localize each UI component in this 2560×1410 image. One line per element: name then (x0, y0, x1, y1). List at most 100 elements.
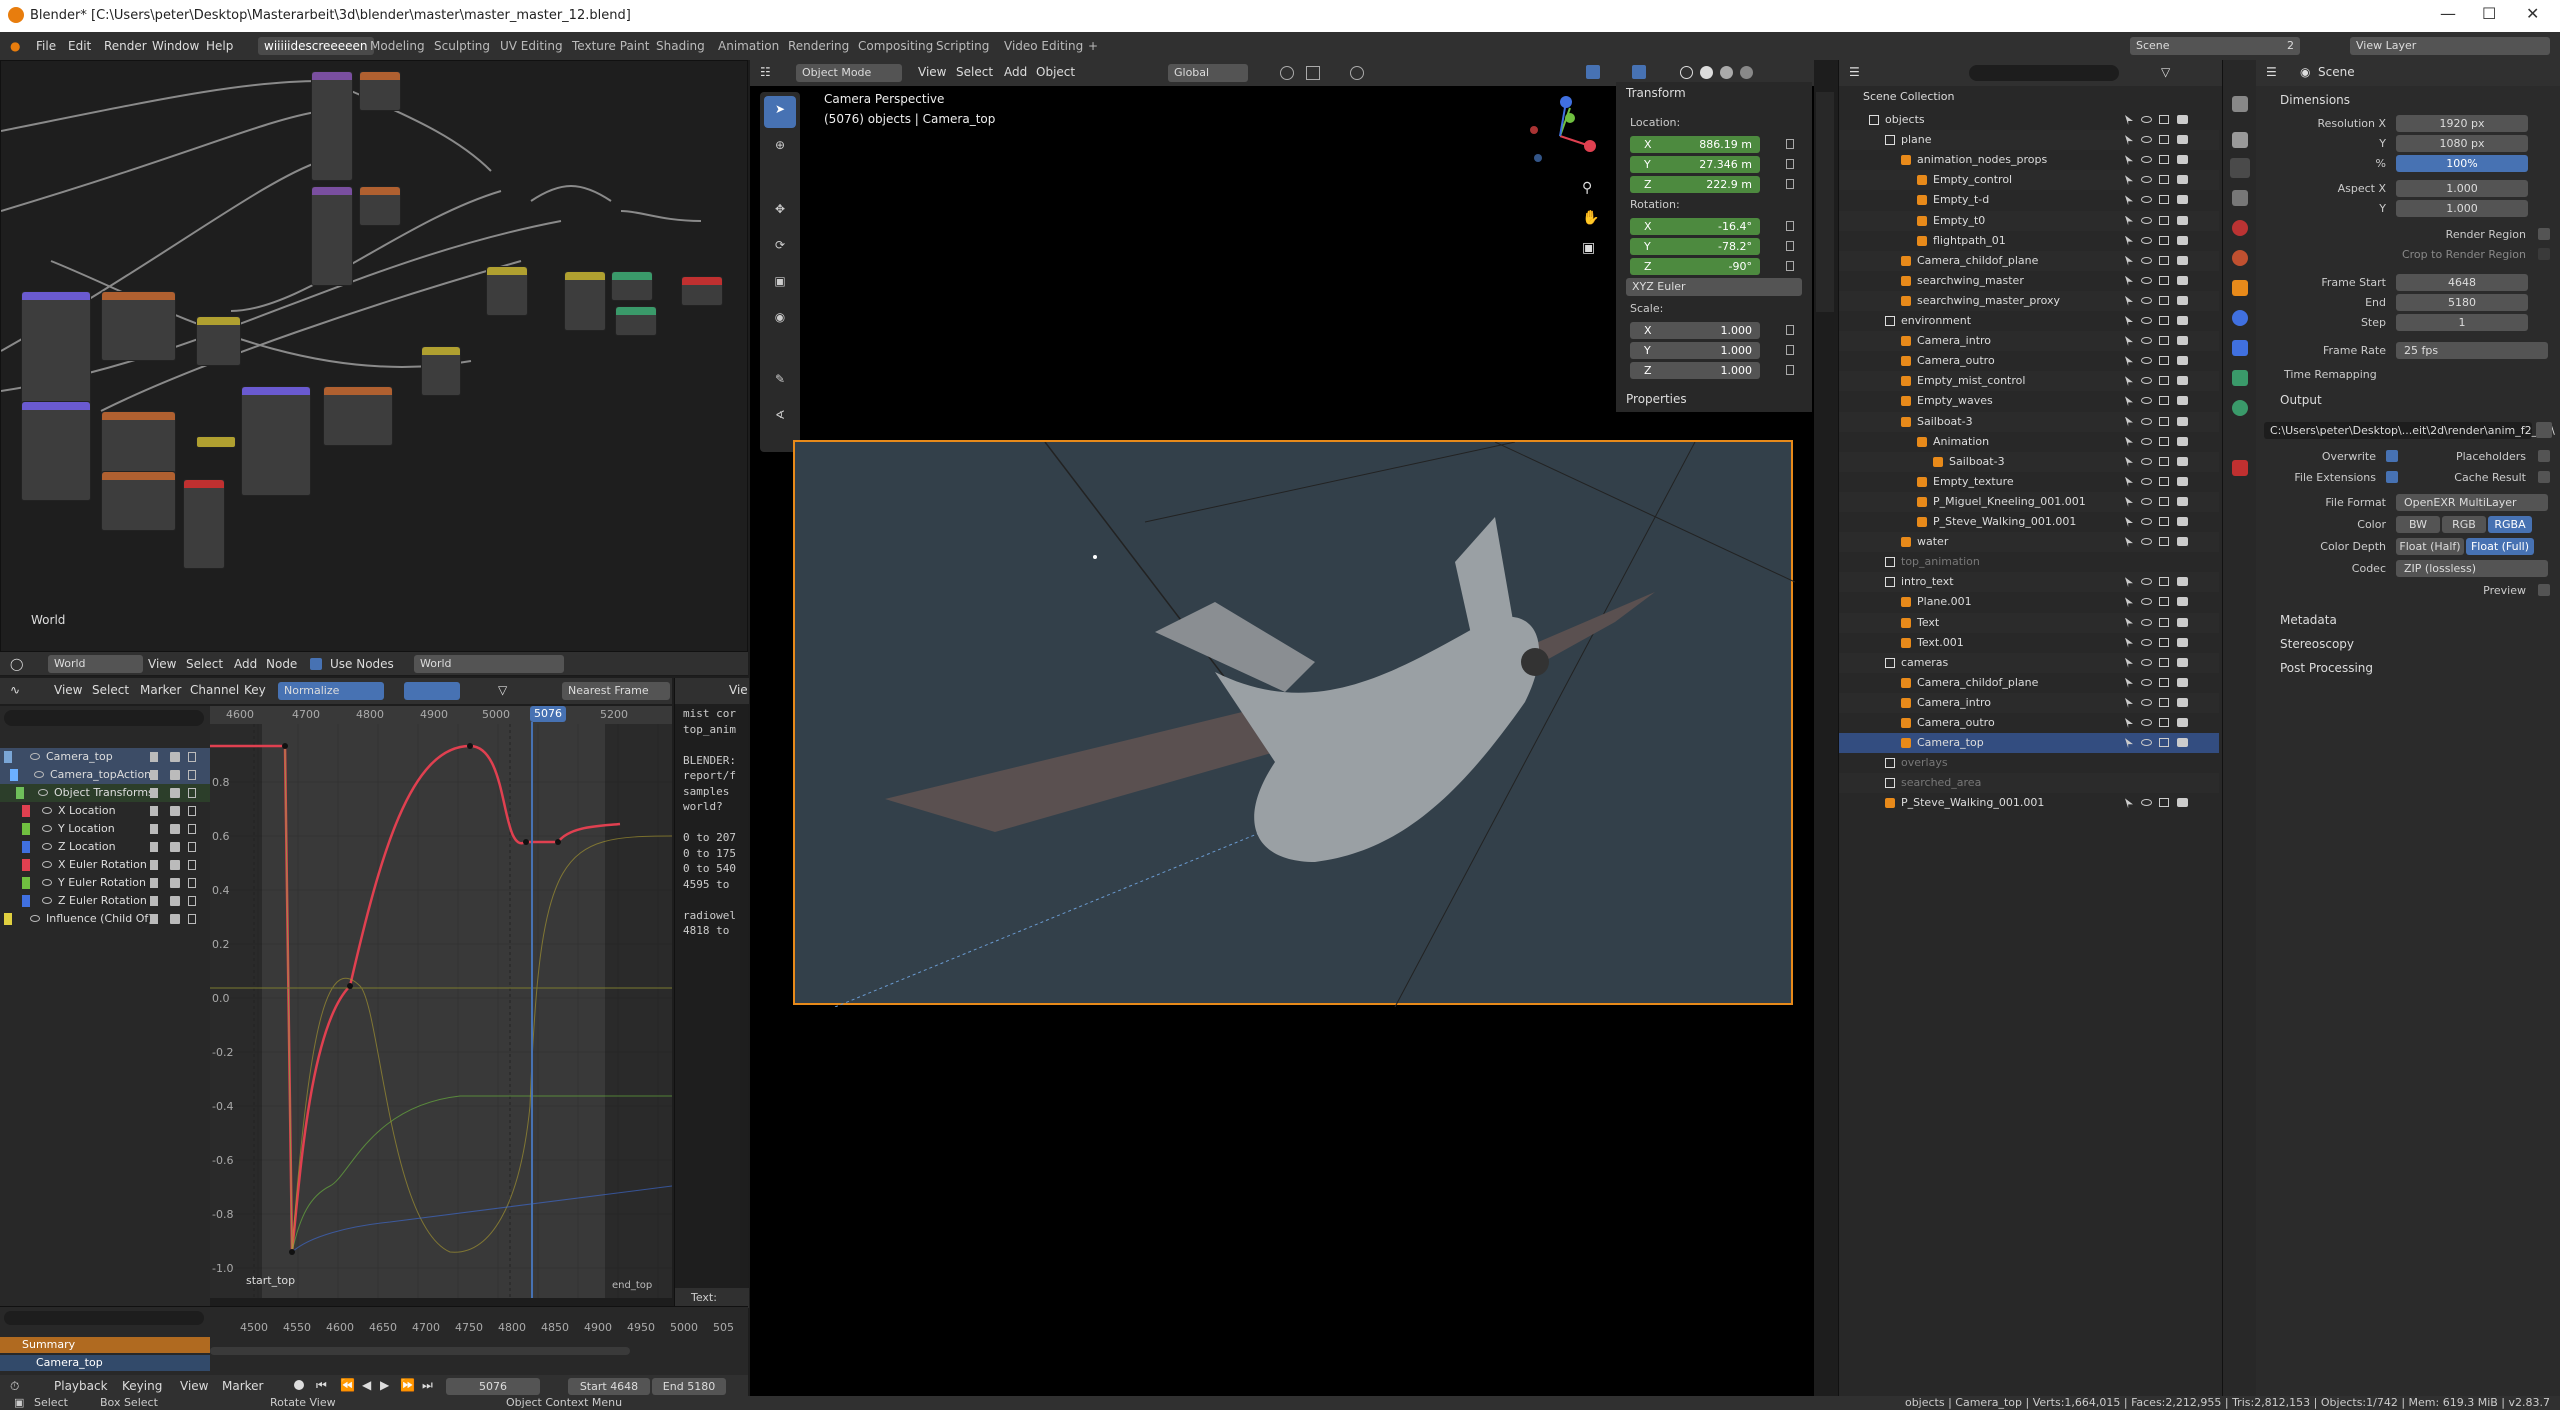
shading-solid-icon[interactable] (1700, 66, 1713, 79)
wrench-icon[interactable] (150, 914, 158, 924)
scene-selector[interactable]: Scene 2 (2130, 37, 2300, 55)
visibility-eye-icon[interactable] (42, 807, 52, 814)
annotate-tool-icon[interactable]: ✎ (764, 366, 796, 398)
editor-type-icon[interactable]: ◯ (10, 657, 23, 671)
lock-icon[interactable] (1786, 159, 1794, 169)
render-camera-icon[interactable] (2177, 798, 2188, 808)
object-mode-select[interactable]: Object Mode (796, 64, 902, 82)
play-icon[interactable]: ▶ (380, 1378, 389, 1392)
visibility-eye-icon[interactable] (2141, 678, 2152, 686)
outliner-row[interactable]: Empty_t0 (1839, 210, 2219, 231)
outliner-row[interactable]: Camera_intro (1839, 692, 2219, 713)
visibility-eye-icon[interactable] (2141, 256, 2152, 264)
pan-hand-icon[interactable]: ✋ (1582, 210, 1599, 226)
navigation-gizmo[interactable] (1520, 96, 1600, 176)
visibility-eye-icon[interactable] (2141, 377, 2152, 385)
viewport-visibility-icon[interactable] (2159, 215, 2169, 225)
viewport-visibility-icon[interactable] (2159, 356, 2169, 366)
record-icon[interactable] (294, 1380, 304, 1390)
timeline-type-icon[interactable]: ⏱ (10, 1379, 19, 1394)
visibility-eye-icon[interactable] (42, 843, 52, 850)
rotation-z-field[interactable]: Z -90° (1630, 258, 1760, 275)
visibility-eye-icon[interactable] (2141, 236, 2152, 244)
properties-subpanel[interactable]: Properties (1626, 392, 1687, 406)
shading-rendered-icon[interactable] (1740, 66, 1753, 79)
lock-icon[interactable] (188, 824, 196, 834)
select-arrow-icon[interactable] (2125, 617, 2133, 628)
visibility-eye-icon[interactable] (2141, 216, 2152, 224)
render-camera-icon[interactable] (2177, 316, 2188, 325)
resolution-x-field[interactable]: 1920 px (2396, 115, 2528, 132)
visibility-eye-icon[interactable] (2141, 296, 2152, 304)
dopesheet-camera-channel[interactable]: Camera_top (0, 1355, 210, 1371)
render-camera-icon[interactable] (2177, 617, 2188, 627)
camera-view-icon[interactable]: ▣ (1582, 240, 1595, 256)
resolution-y-field[interactable]: 1080 px (2396, 135, 2528, 152)
physics-tab-icon[interactable] (2232, 340, 2248, 356)
file-extensions-checkbox[interactable] (2386, 471, 2398, 483)
render-camera-icon[interactable] (2177, 235, 2188, 245)
render-camera-icon[interactable] (2177, 597, 2188, 607)
world-datablock[interactable]: World (414, 655, 564, 673)
crop-checkbox[interactable] (2538, 248, 2550, 260)
file-format-select[interactable]: OpenEXR MultiLayer (2396, 494, 2548, 511)
frame-end-field[interactable]: 5180 (2396, 294, 2528, 311)
viewport-visibility-icon[interactable] (2159, 295, 2169, 305)
transform-tool-icon[interactable]: ◉ (764, 304, 796, 336)
tab-workspace-wide[interactable]: wiiiiidescreeeeen (258, 37, 374, 55)
visibility-eye-icon[interactable] (2141, 638, 2152, 646)
menu-channel[interactable]: Channel (190, 683, 239, 697)
checkbox[interactable] (170, 860, 180, 870)
dimensions-panel-header[interactable]: Dimensions (2264, 90, 2554, 110)
filter-icon[interactable]: ▽ (498, 683, 507, 697)
graph-channel-row[interactable]: Y Location (0, 820, 210, 838)
render-camera-icon[interactable] (2177, 657, 2188, 667)
wrench-icon[interactable] (150, 842, 158, 852)
marker-end-top[interactable]: end_top (612, 1280, 652, 1291)
outliner-row[interactable]: Empty_waves (1839, 391, 2219, 411)
render-camera-icon[interactable] (2177, 356, 2188, 366)
menu-window[interactable]: Window (152, 39, 199, 53)
outliner[interactable]: ☰ ▽ Scene Collection objects plane animati… (1838, 60, 2223, 1396)
next-keyframe-icon[interactable]: ⏩ (400, 1378, 415, 1392)
lock-icon[interactable] (1786, 179, 1794, 189)
menu-help[interactable]: Help (206, 39, 233, 53)
lock-icon[interactable] (188, 896, 196, 906)
gizmo-toggle-icon[interactable] (1586, 65, 1600, 79)
scale-z-field[interactable]: Z 1.000 (1630, 362, 1760, 379)
normalize-toggle[interactable]: Normalize (278, 682, 384, 700)
select-arrow-icon[interactable] (2125, 436, 2133, 447)
menu-view[interactable]: Vie (729, 683, 748, 697)
render-camera-icon[interactable] (2177, 517, 2188, 526)
select-arrow-icon[interactable] (2125, 376, 2133, 387)
visibility-eye-icon[interactable] (42, 825, 52, 832)
viewport-visibility-icon[interactable] (2159, 135, 2169, 145)
viewport-visibility-icon[interactable] (2159, 115, 2169, 124)
render-camera-icon[interactable] (2177, 677, 2188, 687)
render-camera-icon[interactable] (2177, 416, 2188, 426)
pivot-icon[interactable] (1280, 66, 1294, 80)
render-camera-icon[interactable] (2177, 697, 2188, 707)
graph-channel-row[interactable]: Z Location (0, 838, 210, 856)
editor-type-icon[interactable]: ☷ (760, 65, 771, 79)
color-rgb-button[interactable]: RGB (2442, 516, 2486, 533)
outliner-search-input[interactable] (1969, 65, 2119, 81)
select-arrow-icon[interactable] (2125, 195, 2133, 206)
select-arrow-icon[interactable] (2125, 316, 2133, 326)
move-tool-icon[interactable]: ✥ (764, 196, 796, 228)
select-arrow-icon[interactable] (2125, 255, 2133, 266)
current-frame-indicator[interactable]: 5076 (530, 706, 566, 722)
frame-rate-select[interactable]: 25 fps (2396, 342, 2548, 359)
menu-file[interactable]: File (36, 39, 56, 53)
graph-channel-row[interactable]: X Euler Rotation (0, 856, 210, 874)
select-arrow-icon[interactable] (2125, 517, 2133, 527)
lock-icon[interactable] (1786, 139, 1794, 149)
menu-render[interactable]: Render (104, 39, 147, 53)
cursor-tool-icon[interactable]: ⊕ (764, 132, 796, 164)
node[interactable] (101, 471, 176, 531)
wrench-icon[interactable] (150, 788, 158, 798)
visibility-eye-icon[interactable] (42, 861, 52, 868)
output-tab-icon[interactable] (2230, 158, 2250, 178)
graph-channel-row[interactable]: Y Euler Rotation (0, 874, 210, 892)
node[interactable] (311, 186, 353, 286)
